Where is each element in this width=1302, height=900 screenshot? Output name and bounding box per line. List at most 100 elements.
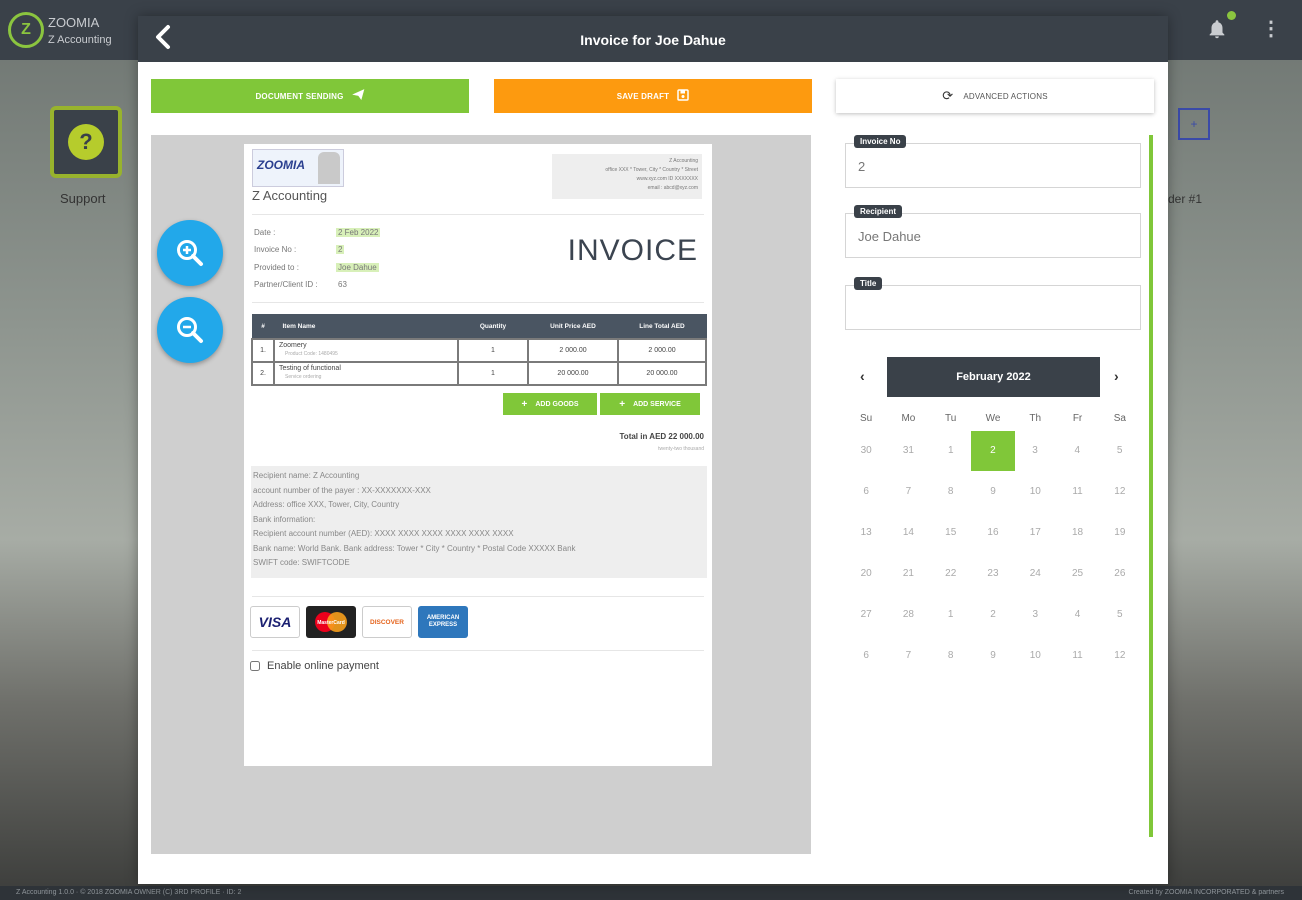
invoice-no-value: 2 (858, 159, 866, 174)
calendar-day[interactable]: 7 (887, 486, 929, 497)
calendar-day[interactable]: 24 (1014, 568, 1056, 579)
calendar-day-selected[interactable]: 2 (970, 430, 1015, 471)
col-header-qty: Quantity (457, 314, 529, 339)
bank-line: account number of the payer : XX-XXXXXXX… (253, 485, 431, 495)
calendar-day[interactable]: 12 (1099, 486, 1141, 497)
meta-label-client-id: Partner/Client ID : (254, 280, 318, 289)
advanced-actions-button[interactable]: ⟳ ADVANCED ACTIONS (836, 79, 1154, 113)
company-logo: ZOOMIA (252, 149, 344, 187)
discover-card-icon: DISCOVER (362, 606, 412, 638)
kebab-menu-icon[interactable]: ⋮ (1261, 16, 1281, 41)
online-payment-option[interactable]: Enable online payment (250, 660, 379, 672)
title-field[interactable]: Title (845, 277, 1141, 330)
row-name-cell: Testing of functional Service ordering (273, 360, 459, 386)
recipient-field[interactable]: Recipient Joe Dahue (845, 205, 1141, 258)
add-service-button[interactable]: + ADD SERVICE (600, 393, 700, 415)
invoice-no-field[interactable]: Invoice No 2 (845, 135, 1141, 188)
calendar-day[interactable]: 7 (887, 650, 929, 661)
items-table: # Item Name Quantity Unit Price AED Line… (251, 314, 707, 386)
calendar-week-row: 20 21 22 23 24 25 26 (845, 553, 1141, 594)
support-tile[interactable]: ? (50, 106, 122, 178)
bg-tile-label: der #1 (1168, 192, 1203, 206)
bank-line: SWIFT code: SWIFTCODE (253, 558, 350, 567)
save-draft-button[interactable]: SAVE DRAFT (494, 79, 812, 113)
table-row[interactable]: 1. Zoomery Product Code: 1480495 1 2 000… (251, 337, 707, 363)
calendar-day[interactable]: 4 (1056, 445, 1098, 456)
calendar-weekday-row: Su Mo Tu We Th Fr Sa (845, 406, 1141, 430)
bg-tile-plus[interactable]: + (1178, 108, 1210, 140)
online-payment-checkbox[interactable] (250, 661, 260, 671)
calendar-day[interactable]: 26 (1099, 568, 1141, 579)
scroll-indicator[interactable] (1149, 135, 1153, 837)
calendar-day[interactable]: 2 (972, 609, 1014, 620)
calendar-day[interactable]: 5 (1098, 445, 1140, 456)
calendar-day[interactable]: 23 (972, 568, 1014, 579)
calendar-day[interactable]: 1 (930, 609, 972, 620)
bell-icon[interactable] (1206, 18, 1228, 46)
calendar-week-row: 6 7 8 9 10 11 12 (845, 635, 1141, 676)
invoice-paper: ZOOMIA Z Accounting Z Accounting office … (244, 144, 712, 766)
calendar-day[interactable]: 22 (930, 568, 972, 579)
footer-right: Created by ZOOMIA INCORPORATED & partner… (1128, 889, 1284, 896)
meta-value-invoice-no[interactable]: 2 (336, 245, 345, 254)
logo-person-image (318, 152, 340, 184)
calendar-day[interactable]: 11 (1056, 486, 1098, 497)
calendar-day[interactable]: 13 (845, 527, 887, 538)
calendar-day[interactable]: 9 (972, 486, 1014, 497)
calendar-day[interactable]: 10 (1014, 486, 1056, 497)
row-num: 2. (251, 360, 275, 386)
calendar-day[interactable]: 5 (1099, 609, 1141, 620)
app-name: ZOOMIA (48, 15, 100, 30)
meta-value-date[interactable]: 2 Feb 2022 (336, 228, 381, 237)
meta-label-provided-to: Provided to : (254, 263, 299, 272)
calendar-day[interactable]: 16 (972, 527, 1014, 538)
invoice-preview[interactable]: ZOOMIA Z Accounting Z Accounting office … (151, 135, 811, 854)
modal-title: Invoice for Joe Dahue (580, 32, 726, 48)
calendar-day[interactable]: 1 (930, 445, 972, 456)
calendar-day[interactable]: 30 (845, 445, 887, 456)
row-detail: Product Code: 1480495 (285, 351, 338, 357)
col-header-item: Item Name (273, 314, 459, 339)
calendar-day[interactable]: 19 (1099, 527, 1141, 538)
weekday-label: Fr (1072, 412, 1083, 424)
calendar-day[interactable]: 9 (972, 650, 1014, 661)
calendar-day[interactable]: 12 (1099, 650, 1141, 661)
add-goods-button[interactable]: + ADD GOODS (503, 393, 597, 415)
document-sending-label: DOCUMENT SENDING (255, 91, 344, 101)
calendar-day[interactable]: 31 (887, 445, 929, 456)
calendar-day[interactable]: 6 (845, 486, 887, 497)
calendar-prev-button[interactable]: ‹ (860, 368, 865, 384)
modal-header: Invoice for Joe Dahue (138, 16, 1168, 62)
payment-cards: VISA MasterCard DISCOVER AMERICAN EXPRES… (250, 606, 468, 638)
calendar-day[interactable]: 25 (1056, 568, 1098, 579)
recipient-value: Joe Dahue (858, 229, 921, 244)
zoom-out-button[interactable] (157, 297, 223, 363)
bank-details[interactable]: Recipient name: Z Accounting account num… (251, 466, 707, 578)
add-service-label: ADD SERVICE (633, 400, 681, 408)
document-sending-button[interactable]: DOCUMENT SENDING (151, 79, 469, 113)
calendar-day[interactable]: 8 (930, 650, 972, 661)
calendar-next-button[interactable]: › (1114, 368, 1119, 384)
calendar-day[interactable]: 18 (1056, 527, 1098, 538)
calendar-day[interactable]: 6 (845, 650, 887, 661)
calendar-day[interactable]: 28 (887, 609, 929, 620)
calendar-day[interactable]: 3 (1014, 445, 1056, 456)
calendar-day[interactable]: 15 (930, 527, 972, 538)
calendar-day[interactable]: 4 (1056, 609, 1098, 620)
calendar-day[interactable]: 14 (887, 527, 929, 538)
zoom-in-button[interactable] (157, 220, 223, 286)
row-name-cell: Zoomery Product Code: 1480495 (273, 337, 459, 363)
row-price: 2 000.00 (527, 337, 619, 363)
calendar-day[interactable]: 3 (1014, 609, 1056, 620)
row-price: 20 000.00 (527, 360, 619, 386)
calendar-day[interactable]: 8 (930, 486, 972, 497)
calendar-day[interactable]: 11 (1056, 650, 1098, 661)
meta-value-provided-to[interactable]: Joe Dahue (336, 263, 379, 272)
calendar-day[interactable]: 17 (1014, 527, 1056, 538)
calendar-day[interactable]: 21 (887, 568, 929, 579)
calendar-day[interactable]: 20 (845, 568, 887, 579)
col-header-num: # (251, 314, 275, 339)
table-row[interactable]: 2. Testing of functional Service orderin… (251, 360, 707, 386)
calendar-day[interactable]: 27 (845, 609, 887, 620)
calendar-day[interactable]: 10 (1014, 650, 1056, 661)
